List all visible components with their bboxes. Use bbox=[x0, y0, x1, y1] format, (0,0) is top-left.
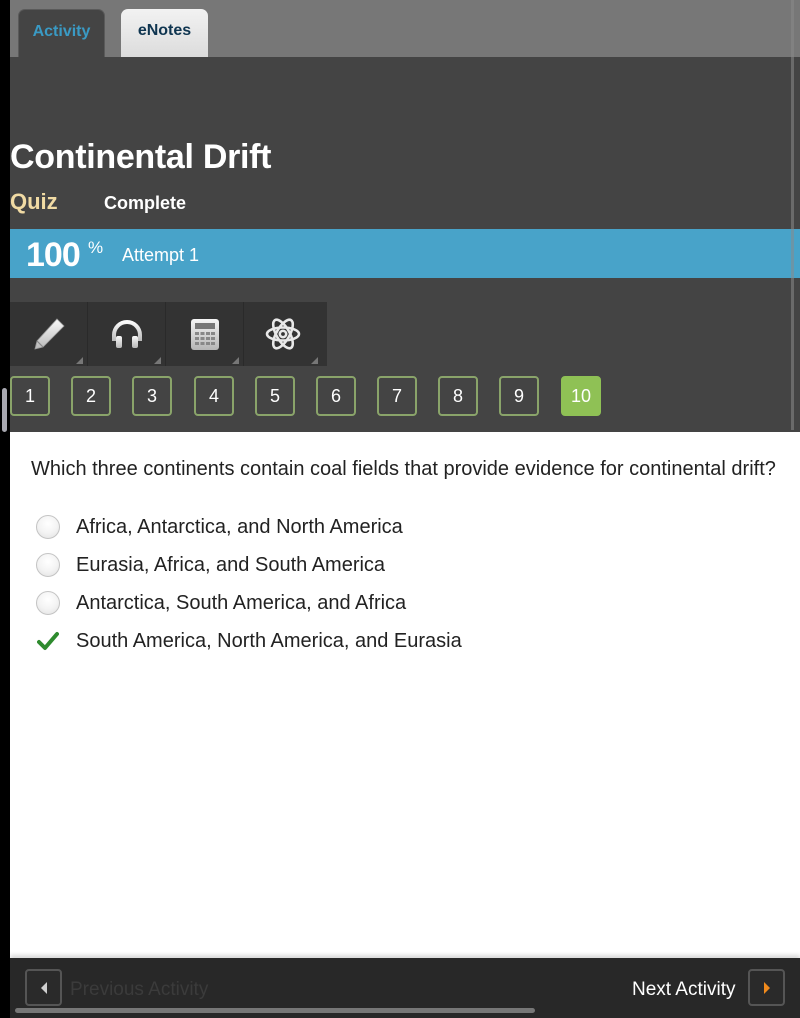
reference-tool-button[interactable] bbox=[244, 302, 322, 366]
tab-enotes[interactable]: eNotes bbox=[121, 9, 208, 57]
footer-nav: Previous Activity Next Activity bbox=[10, 958, 800, 1018]
radio-button[interactable] bbox=[36, 553, 60, 577]
next-activity-button[interactable] bbox=[748, 969, 785, 1006]
tab-bar: Activity eNotes bbox=[10, 0, 800, 57]
score-unit: % bbox=[88, 238, 104, 257]
answer-text: Antarctica, South America, and Africa bbox=[76, 591, 407, 614]
score-value: 100 bbox=[26, 236, 81, 274]
pencil-icon bbox=[33, 318, 65, 350]
question-number-9[interactable]: 9 bbox=[499, 376, 539, 416]
horizontal-scrollbar[interactable] bbox=[15, 1008, 535, 1013]
question-number-4[interactable]: 4 bbox=[194, 376, 234, 416]
tool-menu-corner bbox=[154, 357, 161, 364]
arrow-right-icon bbox=[763, 981, 770, 994]
calculator-tool-button[interactable] bbox=[166, 302, 244, 366]
activity-type-label: Quiz bbox=[10, 189, 58, 214]
atom-icon bbox=[265, 318, 301, 350]
previous-activity-button[interactable] bbox=[25, 969, 62, 1006]
left-edge bbox=[0, 0, 10, 1018]
radio-button[interactable] bbox=[36, 591, 60, 615]
tool-menu-corner bbox=[232, 357, 239, 364]
question-number-8[interactable]: 8 bbox=[438, 376, 478, 416]
checkmark-icon bbox=[36, 629, 60, 653]
toolbar bbox=[10, 302, 327, 366]
tab-activity[interactable]: Activity bbox=[18, 9, 105, 57]
arrow-left-icon bbox=[40, 981, 47, 994]
question-number-7[interactable]: 7 bbox=[377, 376, 417, 416]
answer-option-3[interactable]: Antarctica, South America, and Africa bbox=[36, 584, 462, 622]
page-title: Continental Drift bbox=[10, 138, 272, 176]
tool-menu-corner bbox=[76, 357, 83, 364]
headphones-icon bbox=[111, 320, 142, 348]
answer-text: South America, North America, and Eurasi… bbox=[76, 629, 462, 652]
pencil-tool-button[interactable] bbox=[10, 302, 88, 366]
question-number-5[interactable]: 5 bbox=[255, 376, 295, 416]
attempt-label: Attempt 1 bbox=[122, 245, 200, 265]
answer-option-1[interactable]: Africa, Antarctica, and North America bbox=[36, 508, 462, 546]
next-activity-label[interactable]: Next Activity bbox=[632, 979, 735, 1001]
answer-text: Africa, Antarctica, and North America bbox=[76, 515, 403, 538]
app-window: Activity eNotes Continental Drift Quiz C… bbox=[10, 0, 800, 1018]
panel-divider bbox=[791, 0, 794, 430]
tool-menu-corner bbox=[311, 357, 318, 364]
radio-button[interactable] bbox=[36, 515, 60, 539]
answer-option-2[interactable]: Eurasia, Africa, and South America bbox=[36, 546, 462, 584]
question-number-3[interactable]: 3 bbox=[132, 376, 172, 416]
score-bar: 100 % Attempt 1 bbox=[10, 229, 800, 278]
question-number-10[interactable]: 10 bbox=[561, 376, 601, 416]
answer-list: Africa, Antarctica, and North America Eu… bbox=[36, 508, 462, 660]
vertical-scrollbar[interactable] bbox=[2, 388, 7, 432]
status-label: Complete bbox=[104, 193, 187, 213]
answer-text: Eurasia, Africa, and South America bbox=[76, 553, 386, 576]
question-text: Which three continents contain coal fiel… bbox=[31, 458, 776, 480]
question-number-1[interactable]: 1 bbox=[10, 376, 50, 416]
previous-activity-label[interactable]: Previous Activity bbox=[70, 979, 208, 1001]
question-number-6[interactable]: 6 bbox=[316, 376, 356, 416]
question-panel: Which three continents contain coal fiel… bbox=[10, 432, 800, 958]
question-number-2[interactable]: 2 bbox=[71, 376, 111, 416]
answer-option-4[interactable]: South America, North America, and Eurasi… bbox=[36, 622, 462, 660]
audio-tool-button[interactable] bbox=[88, 302, 166, 366]
calculator-icon bbox=[190, 319, 219, 350]
